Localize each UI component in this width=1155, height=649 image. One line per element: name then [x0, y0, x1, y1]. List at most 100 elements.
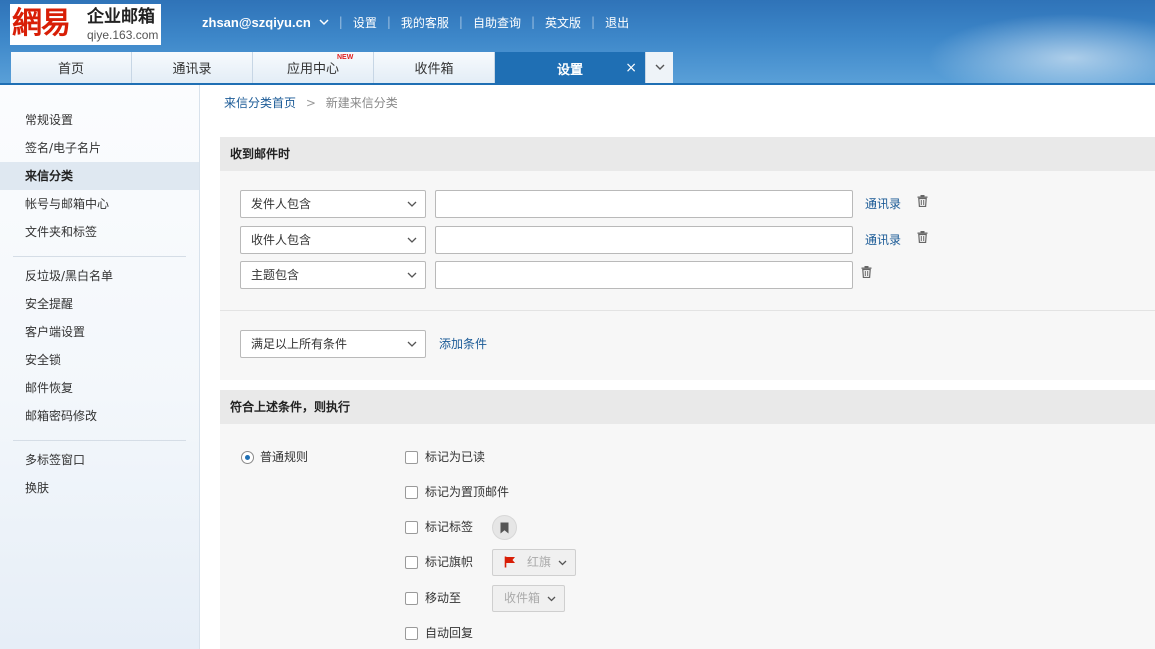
sidebar-item-client-settings[interactable]: 客户端设置	[0, 318, 199, 346]
select-value: 发件人包含	[251, 197, 312, 211]
move-to-label: 移动至	[425, 591, 462, 605]
sidebar-group-ui: 多标签窗口 换肤	[0, 446, 199, 502]
mark-tag-label: 标记标签	[425, 520, 474, 534]
logo-mark: 網易	[12, 6, 71, 41]
sidebar-item-general[interactable]: 常规设置	[0, 106, 199, 134]
tab-label: 通讯录	[172, 62, 212, 77]
my-support-link[interactable]: 我的客服	[401, 14, 449, 31]
tab-label: 设置	[556, 62, 583, 78]
select-value: 满足以上所有条件	[251, 337, 348, 351]
flag-color-select[interactable]: 红旗	[492, 549, 576, 576]
conditions-section-title: 收到邮件时	[220, 137, 1155, 171]
chevron-down-icon	[407, 341, 417, 347]
match-mode-select[interactable]: 满足以上所有条件	[240, 330, 426, 358]
sidebar-item-signature[interactable]: 签名/电子名片	[0, 134, 199, 162]
divider: |	[591, 15, 596, 29]
actions-section-title: 符合上述条件，则执行	[220, 390, 1155, 424]
chevron-down-icon	[407, 201, 417, 207]
add-condition-link[interactable]: 添加条件	[439, 335, 487, 352]
target-folder-select[interactable]: 收件箱	[492, 585, 565, 612]
contacts-link[interactable]: 通讯录	[865, 231, 901, 248]
sidebar-item-accounts[interactable]: 帐号与邮箱中心	[0, 190, 199, 218]
sidebar-divider	[13, 440, 186, 441]
trash-icon[interactable]	[861, 266, 872, 278]
select-value: 主题包含	[251, 268, 300, 282]
divider: |	[338, 15, 343, 29]
chevron-down-icon[interactable]	[319, 16, 329, 29]
divider: |	[530, 15, 535, 29]
tab-label: 收件箱	[414, 62, 454, 77]
breadcrumb-separator: >	[305, 96, 316, 110]
sidebar-item-change-password[interactable]: 邮箱密码修改	[0, 402, 199, 430]
main-tabs: 首页 通讯录 应用中心 NEW 收件箱 设置 ×	[11, 52, 673, 84]
auto-reply-label: 自动回复	[425, 626, 474, 640]
tab-settings[interactable]: 设置 ×	[495, 52, 645, 84]
condition-value-input[interactable]	[435, 261, 853, 289]
logo-product-name: 企业邮箱	[87, 7, 155, 27]
tag-picker-button[interactable]	[492, 515, 517, 540]
actions-section: 普通规则 标记为已读 标记为置顶邮件 标记标签 标记旗帜 红旗 移动至 收件箱 …	[220, 424, 1155, 649]
normal-rule-radio[interactable]	[241, 451, 254, 464]
select-value: 收件箱	[504, 591, 541, 605]
sidebar-item-antispam[interactable]: 反垃圾/黑白名单	[0, 262, 199, 290]
divider	[220, 310, 1155, 311]
condition-value-input[interactable]	[435, 190, 853, 218]
divider: |	[386, 15, 391, 29]
user-account-menu[interactable]: zhsan@szqiyu.cn	[202, 15, 311, 30]
filter-editor: 来信分类首页 > 新建来信分类 收到邮件时 发件人包含 通讯录 收件人包含 通讯…	[201, 85, 1155, 649]
tab-label: 应用中心	[286, 62, 339, 77]
mark-read-checkbox[interactable]	[405, 451, 418, 464]
self-service-link[interactable]: 自助查询	[473, 14, 521, 31]
chevron-down-icon	[558, 560, 567, 566]
sidebar-item-multi-tab[interactable]: 多标签窗口	[0, 446, 199, 474]
tab-app-center[interactable]: 应用中心 NEW	[253, 52, 374, 83]
logout-link[interactable]: 退出	[605, 14, 629, 31]
normal-rule-label: 普通规则	[260, 450, 309, 464]
english-version-link[interactable]: 英文版	[545, 14, 581, 31]
pin-top-label: 标记为置顶邮件	[425, 485, 510, 499]
sidebar-item-security-alert[interactable]: 安全提醒	[0, 290, 199, 318]
sidebar-item-mail-filter[interactable]: 来信分类	[0, 162, 199, 190]
close-icon[interactable]: ×	[625, 60, 637, 76]
select-value: 红旗	[527, 555, 552, 569]
contacts-link[interactable]: 通讯录	[865, 195, 901, 212]
tab-inbox[interactable]: 收件箱	[374, 52, 495, 83]
settings-link[interactable]: 设置	[353, 14, 377, 31]
trash-icon[interactable]	[917, 231, 928, 243]
pin-top-checkbox[interactable]	[405, 486, 418, 499]
mark-flag-label: 标记旗帜	[425, 555, 474, 569]
trash-icon[interactable]	[917, 195, 928, 207]
sidebar-item-skin[interactable]: 换肤	[0, 474, 199, 502]
breadcrumb-current: 新建来信分类	[325, 96, 398, 110]
sidebar-item-folders-tags[interactable]: 文件夹和标签	[0, 218, 199, 246]
logo-domain: qiye.163.com	[87, 28, 159, 42]
more-tabs-button[interactable]	[645, 52, 673, 83]
sidebar-divider	[13, 256, 186, 257]
condition-value-input[interactable]	[435, 226, 853, 254]
select-value: 收件人包含	[251, 233, 312, 247]
netease-enterprise-mail-logo[interactable]: 網易 企业邮箱 qiye.163.com	[10, 4, 161, 45]
tab-contacts[interactable]: 通讯录	[132, 52, 253, 83]
chevron-down-icon	[655, 64, 664, 70]
tab-home[interactable]: 首页	[11, 52, 132, 83]
mark-tag-checkbox[interactable]	[405, 521, 418, 534]
move-to-checkbox[interactable]	[405, 592, 418, 605]
breadcrumb-filter-home[interactable]: 来信分类首页	[224, 96, 296, 110]
condition-field-select[interactable]: 主题包含	[240, 261, 426, 289]
red-flag-icon	[504, 556, 515, 568]
header-cloud-decoration	[915, 10, 1155, 84]
mark-flag-checkbox[interactable]	[405, 556, 418, 569]
tab-label: 首页	[57, 62, 84, 77]
sidebar-item-mail-recovery[interactable]: 邮件恢复	[0, 374, 199, 402]
chevron-down-icon	[547, 596, 556, 602]
conditions-section: 发件人包含 通讯录 收件人包含 通讯录 主题包含 满足以上所有条件 添加条件	[220, 171, 1155, 380]
chevron-down-icon	[407, 272, 417, 278]
sidebar-item-security-lock[interactable]: 安全锁	[0, 346, 199, 374]
breadcrumb: 来信分类首页 > 新建来信分类	[224, 94, 398, 111]
app-header: 網易 企业邮箱 qiye.163.com zhsan@szqiyu.cn | 设…	[0, 0, 1155, 84]
condition-field-select[interactable]: 发件人包含	[240, 190, 426, 218]
settings-sidebar: 常规设置 签名/电子名片 来信分类 帐号与邮箱中心 文件夹和标签 反垃圾/黑白名…	[0, 85, 200, 649]
top-navigation: zhsan@szqiyu.cn | 设置 | 我的客服 | 自助查询 | 英文版…	[202, 13, 629, 31]
auto-reply-checkbox[interactable]	[405, 627, 418, 640]
condition-field-select[interactable]: 收件人包含	[240, 226, 426, 254]
